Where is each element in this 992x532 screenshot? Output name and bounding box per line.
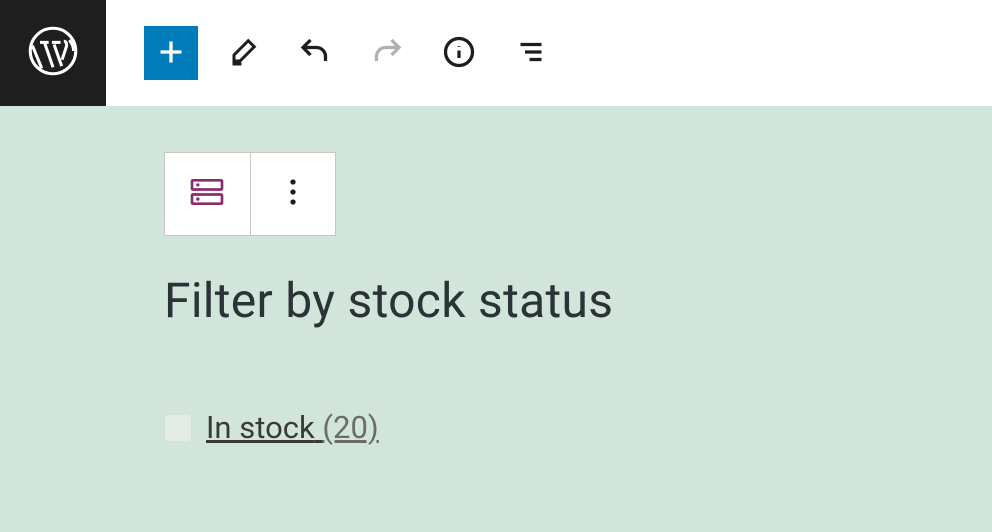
editor-topbar <box>0 0 992 106</box>
block-title[interactable]: Filter by stock status <box>164 272 992 329</box>
undo-button[interactable] <box>288 26 342 80</box>
plus-icon <box>153 34 189 73</box>
info-icon <box>441 34 477 73</box>
pencil-icon <box>225 34 261 73</box>
filter-checkbox[interactable] <box>164 414 192 442</box>
tools-button[interactable] <box>216 26 270 80</box>
redo-icon <box>369 34 405 73</box>
add-block-button[interactable] <box>144 26 198 80</box>
editor-canvas: Filter by stock status In stock (20) <box>0 106 992 532</box>
filter-block-icon <box>187 172 227 216</box>
filter-option-label: In stock <box>206 409 315 446</box>
block-options-button[interactable] <box>250 153 336 235</box>
filter-option-link[interactable]: In stock (20) <box>206 409 379 446</box>
wordpress-icon <box>27 25 79 81</box>
block-toolbar <box>164 152 336 236</box>
list-outline-icon <box>513 34 549 73</box>
filter-option-count: (20) <box>322 409 378 446</box>
undo-icon <box>297 34 333 73</box>
more-vertical-icon <box>273 172 313 216</box>
details-button[interactable] <box>432 26 486 80</box>
editor-toolbar <box>106 0 558 106</box>
outline-button[interactable] <box>504 26 558 80</box>
wordpress-logo-button[interactable] <box>0 0 106 106</box>
block-type-button[interactable] <box>165 153 250 235</box>
filter-option-row: In stock (20) <box>164 409 992 446</box>
redo-button[interactable] <box>360 26 414 80</box>
